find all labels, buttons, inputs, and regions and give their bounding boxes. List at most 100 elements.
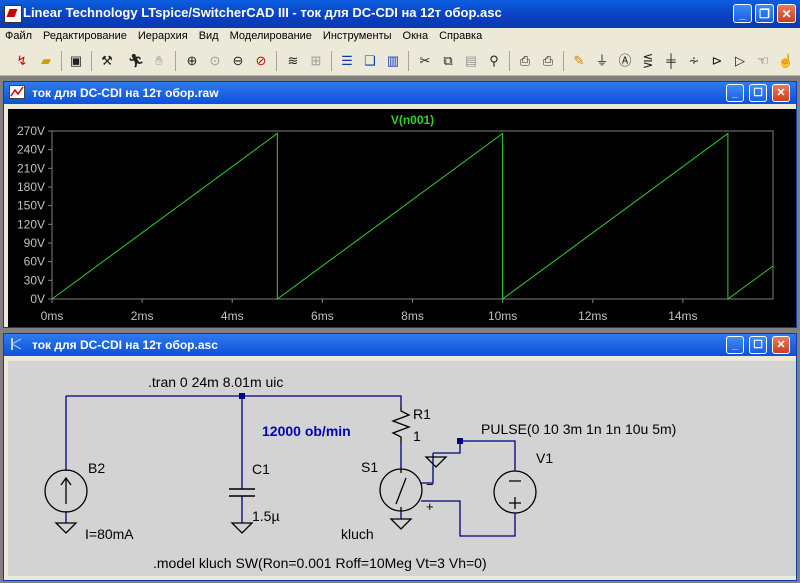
capacitor-icon[interactable]: ╪ xyxy=(662,52,680,70)
diode-icon[interactable]: ⊳ xyxy=(708,52,726,70)
plot-pane[interactable]: 0V 30V 60V 90V 120V 150V 180V 210V 240V 270V 0ms 2m… xyxy=(8,109,796,327)
s1-model[interactable]: kluch xyxy=(341,526,374,542)
wire-v1-top xyxy=(433,440,516,471)
speed-comment[interactable]: 12000 ob/min xyxy=(262,423,351,439)
model-directive[interactable]: .model kluch SW(Ron=0.001 Roff=10Meg Vt=… xyxy=(153,555,487,571)
x-tick-label: 4ms xyxy=(221,309,244,323)
menu-edit[interactable]: Редактирование xyxy=(38,28,133,42)
y-tick-label: 240V xyxy=(17,143,45,157)
c1-value[interactable]: 1.5µ xyxy=(252,508,280,524)
close-button[interactable]: ✕ xyxy=(777,4,796,23)
v1-value[interactable]: PULSE(0 10 3m 1n 1n 10u 5m) xyxy=(481,421,676,437)
minimize-button[interactable]: _ xyxy=(733,4,752,23)
x-tick-label: 0ms xyxy=(41,309,64,323)
c1-label[interactable]: C1 xyxy=(252,461,270,477)
waveform-close-button[interactable]: ✕ xyxy=(772,84,790,102)
ground-icon[interactable]: ⏚ xyxy=(593,52,611,70)
cascade-icon[interactable]: ❏ xyxy=(361,52,379,70)
tile-horizontal-icon[interactable]: ☰ xyxy=(338,52,356,70)
y-tick-label: 210V xyxy=(17,161,45,175)
hand-icon[interactable]: ✋︎ xyxy=(150,52,168,70)
print-icon[interactable]: ⎙ xyxy=(539,52,557,70)
menu-hierarchy[interactable]: Иерархия xyxy=(133,28,194,42)
waveform-window: ток для DC-CDI на 12т обор.raw _ ☐ ✕ 0V 3… xyxy=(3,81,797,328)
schematic-close-button[interactable]: ✕ xyxy=(772,336,790,354)
menu-window[interactable]: Окна xyxy=(398,28,435,42)
schematic-minimize-button[interactable]: _ xyxy=(726,336,744,354)
junction-top xyxy=(239,393,245,399)
zoom-in-icon[interactable]: ⊕ xyxy=(183,52,201,70)
y-tick-label: 0V xyxy=(30,292,45,306)
x-tick-label: 12ms xyxy=(578,309,607,323)
s1-switch[interactable] xyxy=(379,468,423,530)
print-setup-icon[interactable]: ⎙ xyxy=(516,52,534,70)
y-tick-label: 270V xyxy=(17,124,45,138)
menu-simulate[interactable]: Моделирование xyxy=(225,28,318,42)
zoom-cancel-icon[interactable]: ⊘ xyxy=(252,52,270,70)
b2-current-source[interactable] xyxy=(44,469,88,534)
waveform-maximize-button[interactable]: ☐ xyxy=(749,84,767,102)
x-tick-label: 8ms xyxy=(401,309,424,323)
s1-label[interactable]: S1 xyxy=(361,459,378,475)
ltspice-app-icon[interactable] xyxy=(4,5,22,23)
zoom-extent-icon[interactable]: ⊙ xyxy=(206,52,224,70)
label-icon[interactable]: Ⓐ xyxy=(616,52,634,70)
autorange-icon[interactable]: ≋ xyxy=(284,52,302,70)
inductor-icon[interactable]: ∻ xyxy=(685,52,703,70)
waveform-icon xyxy=(9,85,25,102)
component-icon[interactable]: ▷ xyxy=(731,52,749,70)
schematic-title-bar: ток для DC-CDI на 12т обор.asc _ ☐ ✕ xyxy=(4,334,796,356)
tran-directive[interactable]: .tran 0 24m 8.01m uic xyxy=(148,374,283,390)
s1-minus: − xyxy=(426,477,434,492)
save-icon[interactable]: ▣ xyxy=(67,52,85,70)
run-icon[interactable]: 🏃︎ xyxy=(127,52,145,70)
main-title-bar: Linear Technology LTspice/SwitcherCAD II… xyxy=(0,0,800,28)
v1-label[interactable]: V1 xyxy=(536,450,553,466)
drag-icon[interactable]: ☝ xyxy=(777,52,795,70)
hammer-icon[interactable]: ⚒ xyxy=(98,52,116,70)
trace-label[interactable]: V(n001) xyxy=(391,113,434,127)
move-icon[interactable]: ☜ xyxy=(754,52,772,70)
schematic-drawing[interactable]: .tran 0 24m 8.01m uic 12000 ob/min B2 I=… xyxy=(8,361,796,576)
plot-frame xyxy=(51,130,774,300)
b2-value[interactable]: I=80mA xyxy=(85,526,134,542)
menu-bar: Файл Редактирование Иерархия Вид Моделирован… xyxy=(0,28,800,46)
y-tick-label: 150V xyxy=(17,199,45,213)
x-tick-label: 6ms xyxy=(311,309,334,323)
menu-help[interactable]: Справка xyxy=(434,28,488,42)
tile-vertical-icon[interactable]: ▥ xyxy=(384,52,402,70)
v1-voltage-source[interactable] xyxy=(424,456,537,514)
s1-plus: + xyxy=(426,499,434,514)
r1-resistor[interactable] xyxy=(391,406,411,443)
restore-button[interactable]: ❐ xyxy=(755,4,774,23)
r1-value[interactable]: 1 xyxy=(413,428,421,444)
schematic-canvas[interactable]: .tran 0 24m 8.01m uic 12000 ob/min B2 I=… xyxy=(8,361,796,576)
grid-icon[interactable]: ⊞ xyxy=(307,52,325,70)
wire-v1-bot xyxy=(421,500,516,537)
cut-icon[interactable]: ✂ xyxy=(416,52,434,70)
folder-icon[interactable]: ▰ xyxy=(37,52,55,70)
menu-file[interactable]: Файл xyxy=(0,28,38,42)
schematic-title: ток для DC-CDI на 12т обор.asc xyxy=(32,338,218,352)
waveform-minimize-button[interactable]: _ xyxy=(726,84,744,102)
wire-icon[interactable]: ✎ xyxy=(570,52,588,70)
schematic-window: ток для DC-CDI на 12т обор.asc _ ☐ ✕ .tr… xyxy=(3,333,797,581)
y-tick-label: 90V xyxy=(24,236,45,250)
resistor-icon[interactable]: ⋚ xyxy=(639,52,657,70)
menu-view[interactable]: Вид xyxy=(194,28,225,42)
mdi-client-area: ток для DC-CDI на 12т обор.raw _ ☐ ✕ 0V 3… xyxy=(0,76,800,583)
copy-icon[interactable]: ⧉ xyxy=(439,52,457,70)
open-icon[interactable]: ↯ xyxy=(13,52,31,70)
r1-label[interactable]: R1 xyxy=(413,406,431,422)
x-tick-label: 2ms xyxy=(131,309,154,323)
waveform-title: ток для DC-CDI на 12т обор.raw xyxy=(32,86,219,100)
find-icon[interactable]: ⚲ xyxy=(485,52,503,70)
window-title: Linear Technology LTspice/SwitcherCAD II… xyxy=(23,5,502,20)
series-line-v-n001 xyxy=(51,132,774,300)
paste-icon[interactable]: ▤ xyxy=(462,52,480,70)
menu-tools[interactable]: Инструменты xyxy=(318,28,398,42)
b2-label[interactable]: B2 xyxy=(88,460,105,476)
zoom-out-icon[interactable]: ⊖ xyxy=(229,52,247,70)
waveform-plot[interactable]: 0V 30V 60V 90V 120V 150V 180V 210V 240V 270V 0ms 2m… xyxy=(8,109,796,327)
schematic-maximize-button[interactable]: ☐ xyxy=(749,336,767,354)
